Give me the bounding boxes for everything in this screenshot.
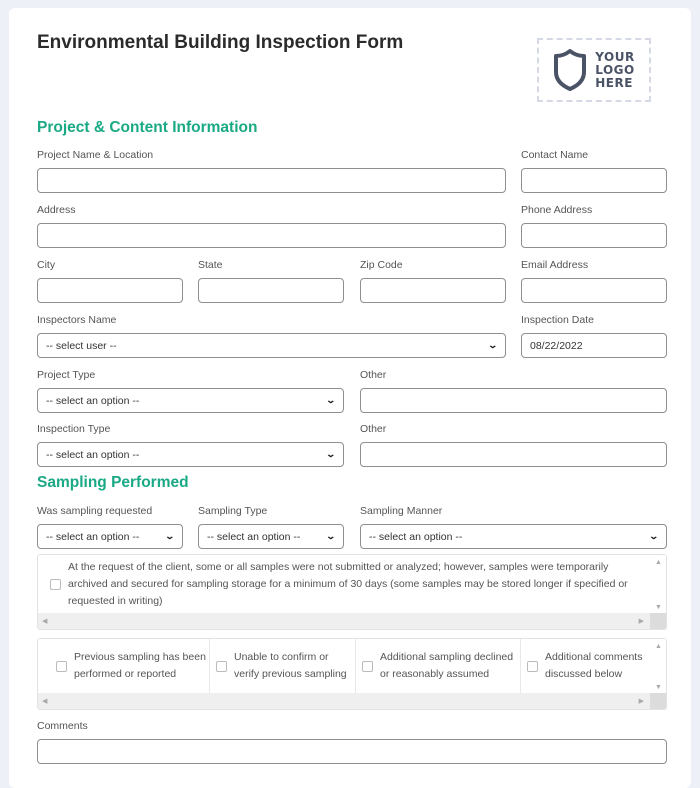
sampling-option[interactable]: Additional sampling declined or reasonab…	[355, 639, 520, 693]
scroll-left-icon[interactable]: ◀	[42, 697, 47, 705]
email-input[interactable]	[521, 278, 667, 303]
project-type-value: -- select an option --	[46, 394, 140, 407]
inspection-date-input[interactable]: 08/22/2022	[521, 333, 667, 358]
other-inspection-label: Other	[360, 423, 387, 435]
sampling-manner-label: Sampling Manner	[360, 505, 443, 517]
scroll-up-icon[interactable]: ▲	[655, 643, 662, 650]
logo-line: LOGO	[595, 62, 635, 77]
archive-option[interactable]: At the request of the client, some or al…	[50, 555, 646, 613]
zip-label: Zip Code	[360, 259, 403, 271]
project-name-label: Project Name & Location	[37, 149, 154, 161]
address-input[interactable]	[37, 223, 506, 248]
horizontal-scrollbar[interactable]: ◀ ▶	[38, 693, 666, 709]
chevron-down-icon: ⌄	[325, 449, 337, 459]
option-checkbox[interactable]	[216, 660, 227, 672]
option-label: Additional comments discussed below	[545, 651, 643, 680]
sampling-type-value: -- select an option --	[207, 530, 301, 543]
option-checkbox[interactable]	[362, 660, 373, 672]
archive-checkbox[interactable]	[50, 578, 61, 590]
inspection-date-value: 08/22/2022	[530, 339, 583, 352]
scroll-down-icon[interactable]: ▼	[655, 684, 662, 691]
scrollbar-corner	[650, 693, 666, 709]
logo-text: YOUR LOGO HERE	[595, 49, 635, 90]
page-title: Environmental Building Inspection Form	[37, 32, 404, 53]
state-label: State	[198, 259, 223, 271]
archive-option-box: At the request of the client, some or al…	[37, 554, 667, 630]
scroll-up-icon[interactable]: ▲	[655, 559, 662, 566]
inspection-type-label: Inspection Type	[37, 423, 111, 435]
sampling-option[interactable]: Unable to confirm or verify previous sam…	[209, 639, 355, 693]
sampling-manner-select[interactable]: -- select an option -- ⌄	[360, 524, 667, 549]
sampling-type-label: Sampling Type	[198, 505, 268, 517]
scroll-down-icon[interactable]: ▼	[655, 604, 662, 611]
logo-line: HERE	[595, 75, 633, 90]
chevron-down-icon: ⌄	[487, 340, 499, 350]
zip-input[interactable]	[360, 278, 506, 303]
sampling-type-select[interactable]: -- select an option -- ⌄	[198, 524, 344, 549]
state-input[interactable]	[198, 278, 344, 303]
sampling-requested-label: Was sampling requested	[37, 505, 153, 517]
inspection-type-value: -- select an option --	[46, 448, 140, 461]
inspection-date-label: Inspection Date	[521, 314, 594, 326]
inspection-type-select[interactable]: -- select an option -- ⌄	[37, 442, 344, 467]
inspectors-label: Inspectors Name	[37, 314, 117, 326]
comments-label: Comments	[37, 720, 88, 732]
address-label: Address	[37, 204, 76, 216]
phone-input[interactable]	[521, 223, 667, 248]
option-label: Previous sampling has been performed or …	[74, 651, 206, 680]
phone-label: Phone Address	[521, 204, 593, 216]
form-card: Environmental Building Inspection Form Y…	[9, 8, 691, 788]
horizontal-scrollbar[interactable]: ◀ ▶	[38, 613, 666, 629]
archive-option-label: At the request of the client, some or al…	[68, 560, 628, 607]
inspectors-select[interactable]: -- select user -- ⌄	[37, 333, 506, 358]
sampling-option[interactable]: Additional comments discussed below	[520, 639, 646, 693]
project-type-label: Project Type	[37, 369, 96, 381]
inspectors-value: -- select user --	[46, 339, 117, 352]
chevron-down-icon: ⌄	[325, 531, 337, 541]
other-project-input[interactable]	[360, 388, 667, 413]
email-label: Email Address	[521, 259, 589, 271]
section-title-project: Project & Content Information	[37, 119, 258, 136]
shield-icon	[554, 49, 587, 91]
sampling-option[interactable]: Previous sampling has been performed or …	[50, 639, 209, 693]
scroll-right-icon[interactable]: ▶	[639, 617, 644, 625]
scrollbar-corner	[650, 613, 666, 629]
sampling-requested-value: -- select an option --	[46, 530, 140, 543]
scroll-right-icon[interactable]: ▶	[639, 697, 644, 705]
city-label: City	[37, 259, 56, 271]
option-label: Additional sampling declined or reasonab…	[380, 651, 514, 680]
option-checkbox[interactable]	[56, 660, 67, 672]
section-title-sampling: Sampling Performed	[37, 474, 189, 491]
chevron-down-icon: ⌄	[648, 531, 660, 541]
sampling-options-box: Previous sampling has been performed or …	[37, 638, 667, 710]
logo-line: YOUR	[595, 49, 635, 64]
chevron-down-icon: ⌄	[164, 531, 176, 541]
chevron-down-icon: ⌄	[325, 395, 337, 405]
other-project-label: Other	[360, 369, 387, 381]
contact-name-label: Contact Name	[521, 149, 589, 161]
logo-placeholder: YOUR LOGO HERE	[537, 38, 651, 102]
other-inspection-input[interactable]	[360, 442, 667, 467]
project-name-input[interactable]	[37, 168, 506, 193]
contact-name-input[interactable]	[521, 168, 667, 193]
project-type-select[interactable]: -- select an option -- ⌄	[37, 388, 344, 413]
option-label: Unable to confirm or verify previous sam…	[234, 651, 347, 680]
scroll-left-icon[interactable]: ◀	[42, 617, 47, 625]
option-checkbox[interactable]	[527, 660, 538, 672]
sampling-requested-select[interactable]: -- select an option -- ⌄	[37, 524, 183, 549]
city-input[interactable]	[37, 278, 183, 303]
sampling-manner-value: -- select an option --	[369, 530, 463, 543]
comments-input[interactable]	[37, 739, 667, 764]
